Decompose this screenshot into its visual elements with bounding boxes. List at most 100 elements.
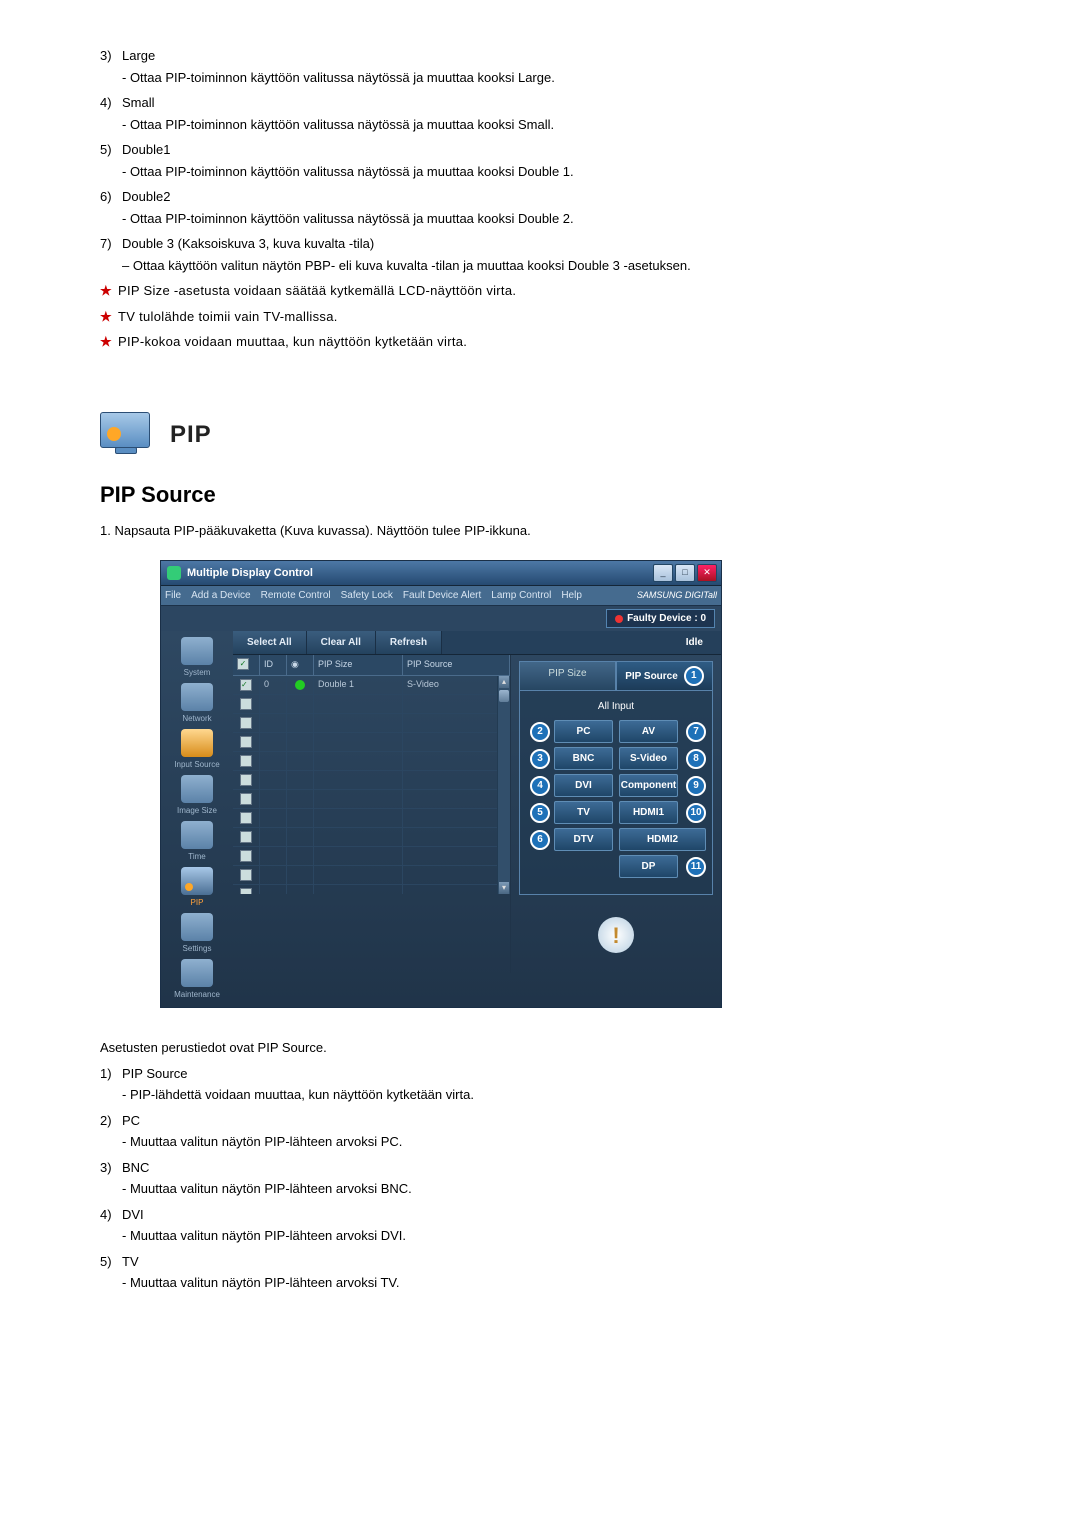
table-row[interactable] [233, 828, 510, 847]
panel-button-row: 2PCAV7 [526, 720, 706, 743]
table-row[interactable] [233, 733, 510, 752]
menu-item[interactable]: Add a Device [191, 588, 250, 603]
source-button-dvi[interactable]: DVI [554, 774, 613, 797]
table-row[interactable] [233, 771, 510, 790]
cell-status [287, 752, 314, 770]
section-title: PIP [170, 417, 212, 453]
list-item-desc: - PIP-lähdettä voidaan muuttaa, kun näyt… [122, 1085, 1020, 1105]
sidebar-item-image-size[interactable]: Image Size [167, 775, 227, 817]
tab-pip-size[interactable]: PIP Size [519, 661, 616, 690]
refresh-button[interactable]: Refresh [376, 631, 442, 654]
table-row[interactable] [233, 885, 510, 894]
sidebar-label: Time [167, 851, 227, 863]
table-row[interactable] [233, 866, 510, 885]
menu-item[interactable]: Remote Control [261, 588, 331, 603]
cell-size [314, 695, 403, 713]
cell-source [403, 733, 510, 751]
list-item: 4)DVI [100, 1205, 1020, 1225]
sidebar-item-settings[interactable]: Settings [167, 913, 227, 955]
col-status-icon: ◉ [287, 655, 314, 675]
source-button-av[interactable]: AV [619, 720, 678, 743]
cell-status [287, 828, 314, 846]
menu-item[interactable]: Safety Lock [341, 588, 393, 603]
pip-source-panel: PIP Size PIP Source 1 All Input 2PCAV73B… [511, 655, 721, 973]
sidebar-icon [181, 775, 213, 803]
cell-size [314, 885, 403, 894]
menu-item[interactable]: Fault Device Alert [403, 588, 481, 603]
intro-text: 1. Napsauta PIP-pääkuvaketta (Kuva kuvas… [100, 521, 1020, 541]
callout-8: 8 [686, 749, 706, 769]
col-pip-source: PIP Source [403, 655, 510, 675]
source-button-dp[interactable]: DP [619, 855, 678, 878]
toolbar: Select All Clear All Refresh Idle [233, 631, 721, 655]
sidebar-item-network[interactable]: Network [167, 683, 227, 725]
table-row[interactable]: 0Double 1S-Video [233, 676, 510, 695]
star-note: ★TV tulolähde toimii vain TV-mallissa. [100, 307, 1020, 327]
list-item-desc: - Ottaa PIP-toiminnon käyttöön valitussa… [122, 209, 1020, 229]
cell-source [403, 771, 510, 789]
callout-4: 4 [530, 776, 550, 796]
source-button-s-video[interactable]: S-Video [619, 747, 678, 770]
callout-7: 7 [686, 722, 706, 742]
after-screenshot-text: Asetusten perustiedot ovat PIP Source. [100, 1038, 1020, 1058]
table-row[interactable] [233, 714, 510, 733]
cell-status [287, 809, 314, 827]
cell-status [287, 790, 314, 808]
source-button-hdmi1[interactable]: HDMI1 [619, 801, 678, 824]
source-button-tv[interactable]: TV [554, 801, 613, 824]
faulty-device-text: Faulty Device : 0 [627, 611, 706, 626]
fault-dot-icon [615, 615, 623, 623]
maximize-button[interactable]: □ [675, 564, 695, 582]
app-icon [167, 566, 181, 580]
cell-id [260, 695, 287, 713]
table-row[interactable] [233, 752, 510, 771]
cell-check [233, 752, 260, 770]
scroll-thumb[interactable] [499, 690, 509, 702]
table-row[interactable] [233, 847, 510, 866]
source-button-component[interactable]: Component [619, 774, 678, 797]
tab-pip-source[interactable]: PIP Source 1 [616, 661, 713, 690]
source-button-pc[interactable]: PC [554, 720, 613, 743]
cell-check [233, 676, 260, 694]
sidebar-icon [181, 959, 213, 987]
cell-id [260, 790, 287, 808]
cell-id [260, 714, 287, 732]
titlebar: Multiple Display Control _ □ ✕ [161, 561, 721, 586]
source-button-bnc[interactable]: BNC [554, 747, 613, 770]
cell-id [260, 828, 287, 846]
table-row[interactable] [233, 790, 510, 809]
menu-item[interactable]: Help [561, 588, 582, 603]
scroll-up-icon[interactable]: ▴ [499, 676, 509, 688]
menu-item[interactable]: Lamp Control [491, 588, 551, 603]
cell-id [260, 752, 287, 770]
sidebar-item-maintenance[interactable]: Maintenance [167, 959, 227, 1001]
table-row[interactable] [233, 695, 510, 714]
sidebar-icon [181, 821, 213, 849]
list-item: 3)Large [100, 46, 1020, 66]
close-button[interactable]: ✕ [697, 564, 717, 582]
clear-all-button[interactable]: Clear All [307, 631, 376, 654]
source-button-dtv[interactable]: DTV [554, 828, 613, 851]
sidebar: SystemNetworkInput SourceImage Size Time P… [161, 631, 233, 1007]
select-all-button[interactable]: Select All [233, 631, 307, 654]
list-item: 6)Double2 [100, 187, 1020, 207]
sidebar-item-input-source[interactable]: Input Source [167, 729, 227, 771]
cell-status [287, 847, 314, 865]
cell-source [403, 714, 510, 732]
sidebar-item-system[interactable]: System [167, 637, 227, 679]
cell-size [314, 771, 403, 789]
table-scrollbar[interactable]: ▴ ▾ [497, 676, 510, 894]
sidebar-icon [181, 867, 213, 895]
sidebar-item-time[interactable]: Time [167, 821, 227, 863]
cell-status [287, 733, 314, 751]
list-item-desc: - Muuttaa valitun näytön PIP-lähteen arv… [122, 1179, 1020, 1199]
sidebar-item-pip[interactable]: PIP [167, 867, 227, 909]
app-title: Multiple Display Control [187, 565, 313, 582]
callout-10: 10 [686, 803, 706, 823]
col-check[interactable] [233, 655, 260, 675]
minimize-button[interactable]: _ [653, 564, 673, 582]
scroll-down-icon[interactable]: ▾ [499, 882, 509, 894]
table-row[interactable] [233, 809, 510, 828]
menu-item[interactable]: File [165, 588, 181, 603]
source-button-hdmi2[interactable]: HDMI2 [619, 828, 706, 851]
